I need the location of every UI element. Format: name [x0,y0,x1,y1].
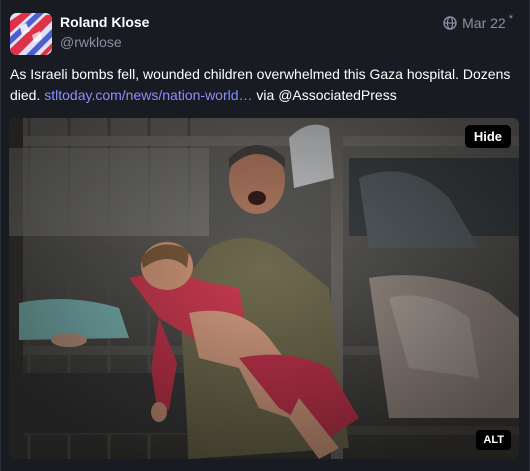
avatar-image [10,13,52,55]
attached-photo [9,118,519,459]
author-display-name[interactable]: Roland Klose [60,14,149,30]
post-content: As Israeli bombs fell, wounded children … [10,64,515,106]
hide-media-button[interactable]: Hide [464,125,511,148]
edited-marker[interactable]: * [509,13,513,25]
post-meta: Mar 22 * [443,13,513,31]
post-link[interactable]: stltoday.com/news/nation-world… [44,87,252,103]
post-card[interactable]: Roland Klose @rwklose Mar 22 * As Israel… [0,0,530,471]
post-date[interactable]: Mar 22 [462,15,506,31]
avatar[interactable] [10,13,52,55]
globe-icon [443,16,457,30]
alt-text-badge[interactable]: ALT [476,430,511,450]
media-attachment[interactable]: Hide ALT [9,118,519,459]
post-text-tail: via @AssociatedPress [256,87,397,103]
author-handle[interactable]: @rwklose [60,34,122,50]
